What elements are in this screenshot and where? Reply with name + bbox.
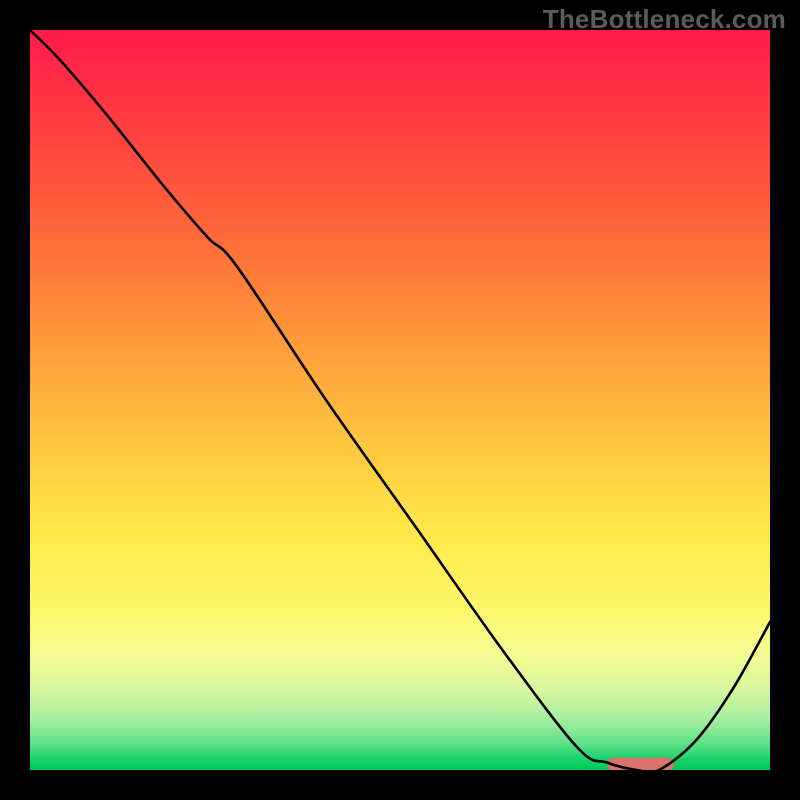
bottleneck-curve [30,30,770,770]
chart-overlay [30,30,770,770]
plot-area [30,30,770,770]
chart-frame: TheBottleneck.com [0,0,800,800]
